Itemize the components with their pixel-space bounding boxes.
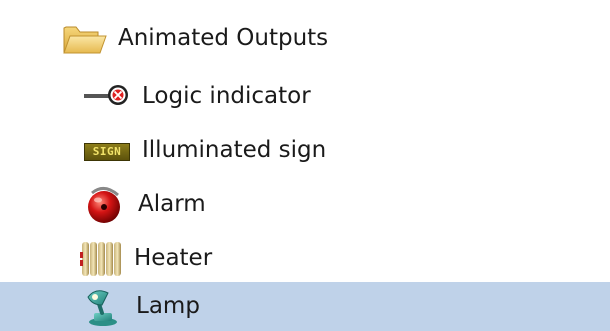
toolbox-tree: Animated Outputs Logic indicator SIGN Il…: [0, 0, 610, 331]
heater-icon: [80, 238, 126, 280]
tree-item-illuminated-sign[interactable]: SIGN Illuminated sign: [0, 124, 610, 177]
tree-item-label: Alarm: [138, 191, 206, 217]
tree-item-lamp[interactable]: Lamp: [0, 282, 610, 331]
tree-folder-animated-outputs[interactable]: Animated Outputs: [0, 12, 610, 65]
tree-item-label: Lamp: [136, 293, 200, 319]
tree-folder-label: Animated Outputs: [118, 25, 329, 51]
alarm-bell-icon: [84, 185, 124, 225]
lamp-icon: [84, 287, 122, 327]
tree-item-label: Heater: [134, 245, 213, 271]
tree-item-alarm[interactable]: Alarm: [0, 178, 610, 231]
tree-item-heater[interactable]: Heater: [0, 232, 610, 285]
logic-indicator-icon: [84, 82, 130, 112]
tree-item-label: Illuminated sign: [142, 137, 327, 163]
illuminated-sign-icon: SIGN: [84, 140, 130, 161]
tree-item-logic-indicator[interactable]: Logic indicator: [0, 70, 610, 123]
folder-open-icon: [62, 22, 108, 56]
sign-badge: SIGN: [84, 143, 130, 161]
tree-item-label: Logic indicator: [142, 83, 311, 109]
